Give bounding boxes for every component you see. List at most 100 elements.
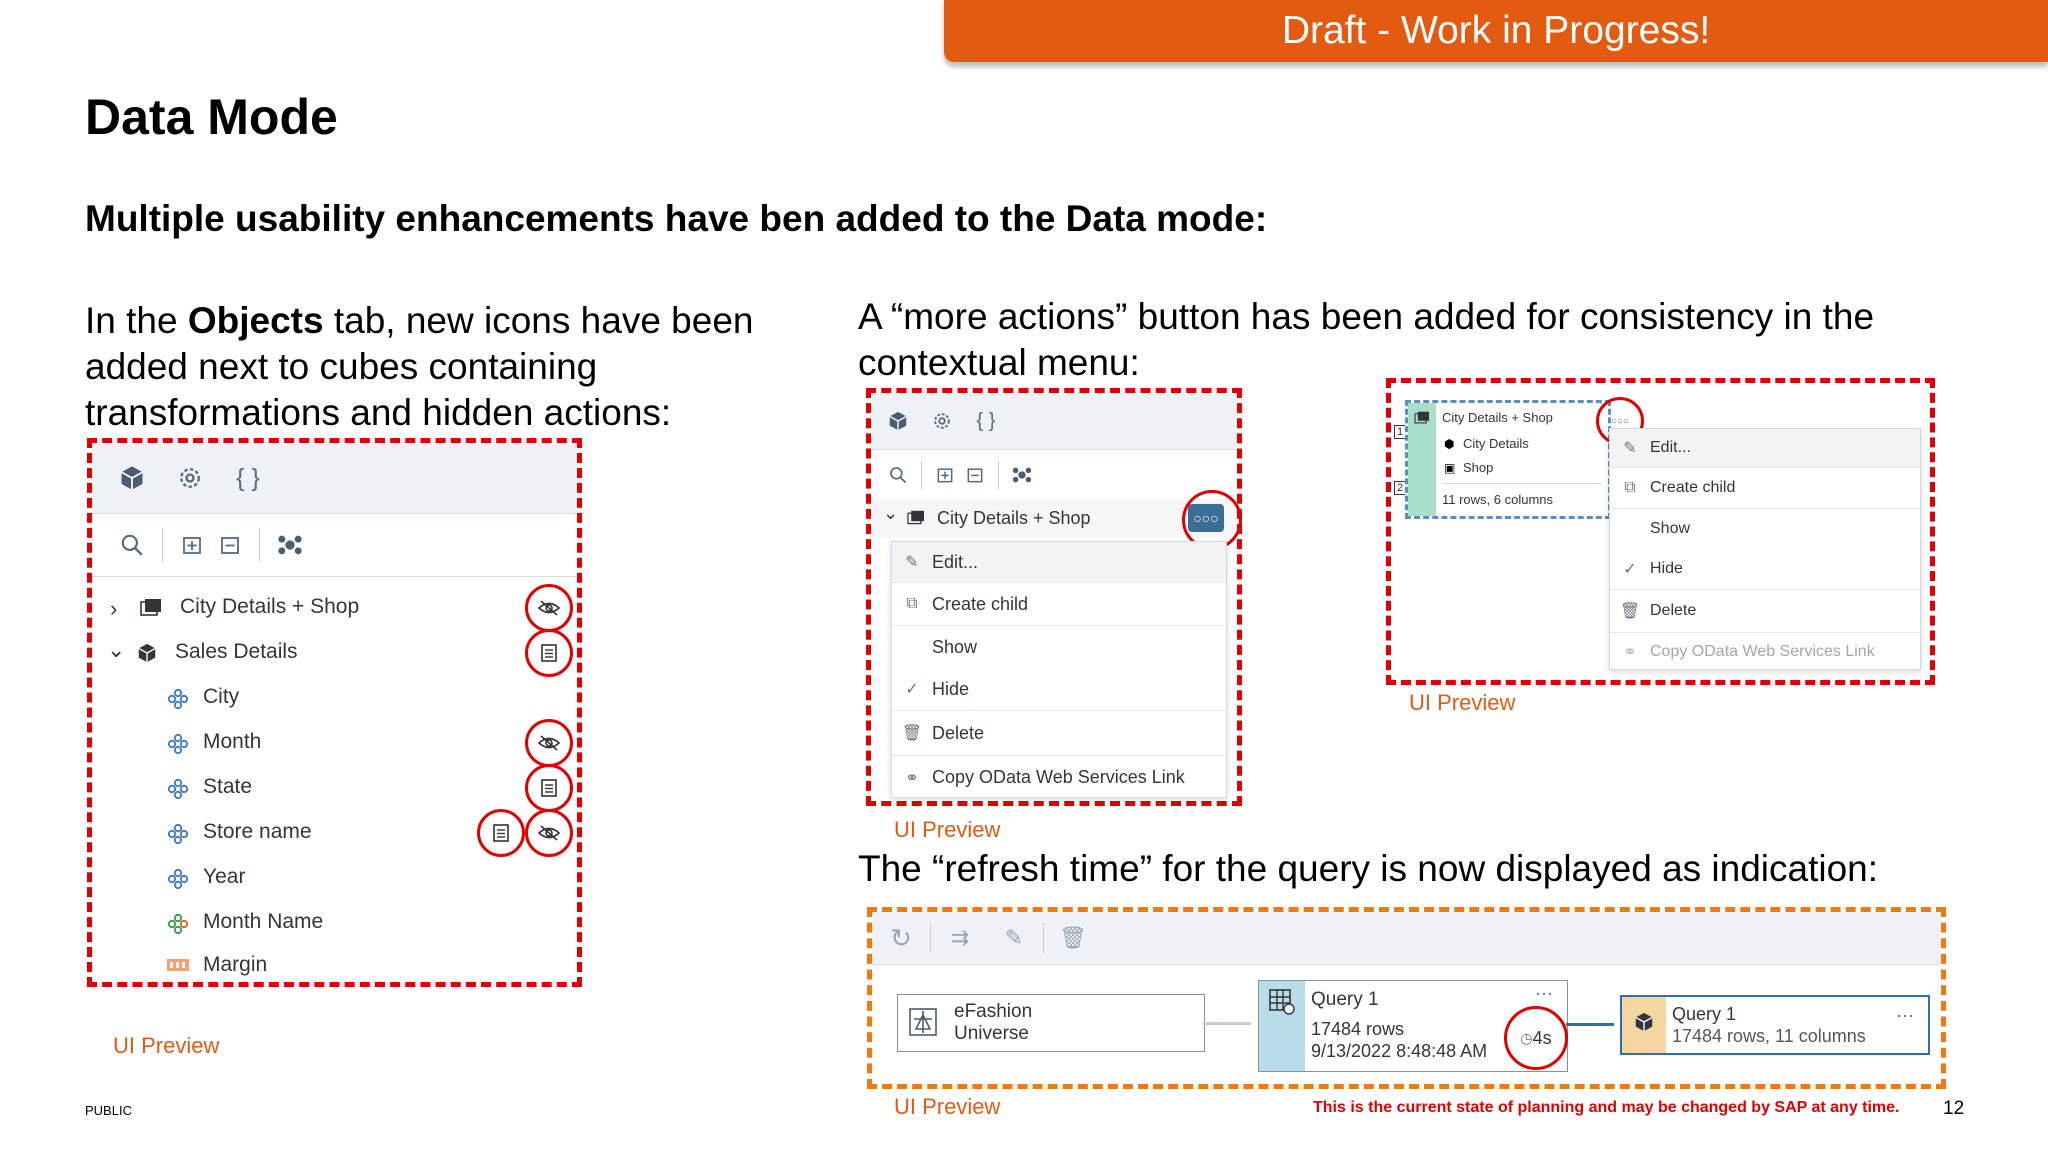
- result-more-button[interactable]: ···: [1896, 1005, 1914, 1026]
- universe-line1: eFashion: [954, 1001, 1033, 1022]
- braces-icon[interactable]: { }: [971, 410, 1001, 433]
- page-subtitle: Multiple usability enhancements have ben…: [85, 198, 1268, 239]
- create-child-icon: ⧉: [906, 595, 918, 612]
- chevron-down-icon[interactable]: ⌄: [107, 637, 125, 663]
- tree-row-year[interactable]: Year: [92, 856, 577, 901]
- ui-preview-label-objects: UI Preview: [113, 1033, 220, 1058]
- objects-bold: Objects: [187, 300, 324, 341]
- tree-item-label: Margin: [203, 953, 268, 976]
- menu-item-copy-odata: ⚭ Copy OData Web Services Link: [1610, 633, 1920, 671]
- link-icon: ⚭: [905, 769, 919, 787]
- hidden-icon: [537, 600, 561, 616]
- measure-icon: [166, 956, 190, 974]
- expand-all-icon[interactable]: [173, 533, 211, 557]
- flow-connector: [1203, 1022, 1251, 1025]
- tree-item-label: Sales Details: [175, 640, 298, 663]
- query-timestamp: 9/13/2022 8:48:48 AM: [1311, 1041, 1488, 1061]
- tree-row-margin[interactable]: Margin: [92, 946, 577, 982]
- result-node[interactable]: Query 1 17484 rows, 11 columns ···: [1620, 995, 1930, 1055]
- node-title: City Details + Shop: [1442, 410, 1553, 425]
- pencil-icon: ✎: [1623, 440, 1637, 457]
- node-info: 11 rows, 6 columns: [1442, 492, 1554, 507]
- collapse-all-icon[interactable]: [960, 465, 990, 485]
- link-icon: ⚭: [1623, 644, 1637, 661]
- hidden-indicator-circle: [525, 809, 573, 857]
- node-context-menu: ✎ Edit... ⧉ Create child Show ✓ Hide 🗑︎ Dele…: [1609, 428, 1921, 670]
- tree-row-city-details-shop[interactable]: › City Details + Shop: [92, 586, 577, 631]
- menu-item-edit[interactable]: ✎ Edit...: [892, 542, 1226, 583]
- cube-folder-icon: ▣: [1444, 461, 1456, 475]
- tree-item-label: Year: [203, 865, 246, 888]
- tree-row-month[interactable]: Month: [92, 721, 577, 766]
- cube-icon: [1633, 1011, 1655, 1033]
- menu-item-create-child[interactable]: ⧉ Create child: [1610, 468, 1920, 509]
- dimension-icon: [166, 867, 190, 891]
- gear-icon[interactable]: [170, 464, 210, 492]
- objects-tabs: { }: [871, 393, 1237, 450]
- cube-icon[interactable]: [112, 464, 152, 492]
- menu-item-delete[interactable]: 🗑︎ Delete: [892, 711, 1226, 756]
- result-title: Query 1: [1672, 1004, 1737, 1024]
- transformation-icon: [493, 824, 509, 842]
- universe-node[interactable]: eFashion Universe: [897, 994, 1205, 1052]
- gear-icon[interactable]: [927, 410, 957, 432]
- expand-all-icon[interactable]: [930, 465, 960, 485]
- menu-item-hide[interactable]: ✓ Hide: [1610, 549, 1920, 590]
- collapse-all-icon[interactable]: [211, 533, 249, 557]
- menu-item-edit[interactable]: ✎ Edit...: [1610, 429, 1920, 468]
- node-row-shop: Shop: [1463, 460, 1494, 475]
- menu-item-show[interactable]: Show: [1610, 509, 1920, 549]
- menu-item-copy-odata[interactable]: ⚭ Copy OData Web Services Link: [892, 756, 1226, 799]
- hierarchy-icon[interactable]: [1007, 464, 1037, 486]
- tree-row-state[interactable]: State: [92, 766, 577, 811]
- hidden-icon: [537, 825, 561, 841]
- transformation-indicator-circle: [525, 764, 573, 812]
- ui-preview-label-menu: UI Preview: [894, 817, 1001, 842]
- query-grid-icon: [1268, 988, 1296, 1016]
- node-row-city-details: City Details: [1463, 436, 1529, 451]
- tree-item-label: City Details + Shop: [937, 508, 1091, 528]
- shuffle-icon[interactable]: ⇉: [943, 925, 977, 951]
- menu-item-show[interactable]: Show: [892, 626, 1226, 668]
- cube-icon: [136, 642, 158, 664]
- objects-toolbar: [92, 514, 577, 577]
- dimension-icon: [166, 822, 190, 846]
- search-icon[interactable]: [883, 465, 913, 485]
- trash-icon[interactable]: 🗑︎: [1056, 925, 1090, 951]
- cube-icon[interactable]: [883, 410, 913, 432]
- node-context-menu-preview: 1 2 City Details + Shop ⬢ City Details ▣…: [1386, 378, 1935, 685]
- chevron-right-icon[interactable]: ›: [110, 596, 117, 622]
- braces-icon[interactable]: { }: [228, 464, 268, 493]
- menu-item-hide[interactable]: ✓ Hide: [892, 668, 1226, 711]
- refresh-icon[interactable]: ↻: [884, 923, 918, 954]
- tree-row-city[interactable]: City: [92, 676, 577, 721]
- trash-icon: 🗑︎: [1619, 603, 1641, 620]
- trash-icon: 🗑︎: [901, 725, 923, 742]
- hierarchy-icon[interactable]: [270, 531, 310, 559]
- transformation-indicator-circle: [477, 809, 525, 857]
- cube-node[interactable]: City Details + Shop ⬢ City Details ▣ Sho…: [1405, 400, 1611, 519]
- universe-icon: [908, 1007, 938, 1037]
- cube-folder-icon: [140, 598, 162, 618]
- chevron-down-icon[interactable]: ⌄: [883, 503, 898, 524]
- dimension-icon: [166, 732, 190, 756]
- calculated-dimension-icon: [166, 912, 190, 936]
- tree-item-label: State: [203, 775, 253, 798]
- transformation-icon: [541, 644, 557, 662]
- tree-row-month-name[interactable]: Month Name: [92, 901, 577, 946]
- tree-row-sales-details[interactable]: ⌄ Sales Details: [92, 631, 577, 676]
- result-info: 17484 rows, 11 columns: [1672, 1026, 1866, 1046]
- pencil-icon[interactable]: ✎: [997, 925, 1031, 951]
- cube-icon: ⬢: [1444, 437, 1455, 451]
- ui-preview-label-node-menu: UI Preview: [1409, 690, 1516, 715]
- draft-banner-text: Draft - Work in Progress!: [1281, 9, 1711, 52]
- objects-panel-preview: { } › City Details + Shop ⌄ Sales Detail…: [87, 438, 582, 987]
- menu-item-create-child[interactable]: ⧉ Create child: [892, 583, 1226, 626]
- menu-item-delete[interactable]: 🗑︎ Delete: [1610, 590, 1920, 633]
- search-icon[interactable]: [112, 532, 152, 558]
- more-actions-button[interactable]: ○○○: [1611, 416, 1629, 427]
- refresh-time-highlight-circle: ◷ 4s: [1504, 1006, 1568, 1070]
- hidden-icon: [537, 735, 561, 751]
- tree-item-label: Month: [203, 730, 262, 753]
- query-more-button[interactable]: ···: [1535, 983, 1553, 1004]
